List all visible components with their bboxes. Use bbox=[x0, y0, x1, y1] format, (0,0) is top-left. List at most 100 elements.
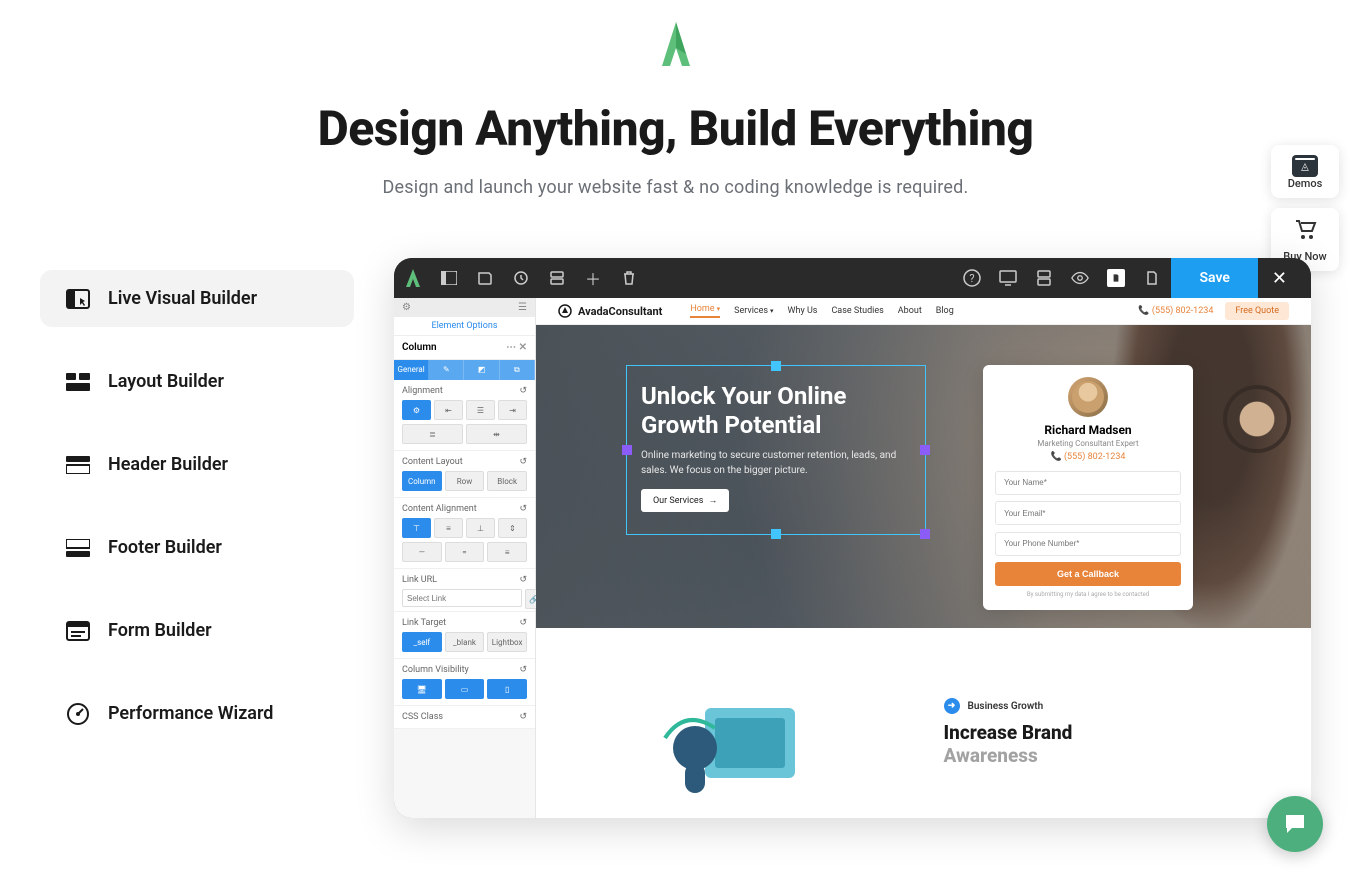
calign-top-button[interactable]: ⊤ bbox=[402, 518, 431, 538]
vis-tablet-button[interactable]: ▭ bbox=[445, 679, 485, 699]
reset-icon[interactable]: ↺ bbox=[519, 457, 527, 467]
reset-icon[interactable]: ↺ bbox=[519, 386, 527, 396]
close-icon[interactable]: ✕ bbox=[1258, 268, 1301, 289]
email-field[interactable] bbox=[995, 501, 1181, 525]
handle-left[interactable] bbox=[622, 445, 632, 455]
hero-title: Design Anything, Build Everything bbox=[0, 100, 1351, 157]
handle-bottom[interactable] bbox=[771, 529, 781, 539]
align-right-button[interactable]: ⇥ bbox=[498, 400, 527, 420]
grid-icon bbox=[66, 372, 90, 392]
svg-text:?: ? bbox=[970, 272, 975, 285]
layout-column-button[interactable]: Column bbox=[402, 471, 442, 491]
target-blank-button[interactable]: _blank bbox=[445, 632, 485, 652]
name-field[interactable] bbox=[995, 471, 1181, 495]
reset-icon[interactable]: ↺ bbox=[519, 618, 527, 628]
sidebar-toggle-icon[interactable] bbox=[440, 269, 458, 287]
vis-desktop-button[interactable]: 🖥 bbox=[402, 679, 442, 699]
align-justify-button[interactable]: ≣ bbox=[402, 424, 463, 444]
handle-bottom-right[interactable] bbox=[920, 529, 930, 539]
footer-bar-icon bbox=[66, 538, 90, 558]
selection-box[interactable]: Unlock Your Online Growth Potential Onli… bbox=[626, 365, 926, 535]
nav-about[interactable]: About bbox=[898, 304, 922, 318]
panel-tabs: General ✎ ◩ ⧉ bbox=[394, 360, 535, 380]
nav-case-studies[interactable]: Case Studies bbox=[831, 304, 883, 318]
server-icon[interactable] bbox=[548, 269, 566, 287]
trash-icon[interactable] bbox=[620, 269, 638, 287]
tab-footer-builder[interactable]: Footer Builder bbox=[40, 519, 354, 576]
card-phone[interactable]: 📞 (555) 802-1234 bbox=[995, 452, 1181, 462]
vis-mobile-button[interactable]: ▯ bbox=[487, 679, 527, 699]
save-button[interactable]: Save bbox=[1171, 258, 1257, 298]
site-hero: Unlock Your Online Growth Potential Onli… bbox=[536, 325, 1311, 628]
reset-icon[interactable]: ↺ bbox=[519, 504, 527, 514]
preview-eye-icon[interactable] bbox=[1071, 269, 1089, 287]
calign-stretch-button[interactable]: ⇕ bbox=[498, 518, 527, 538]
our-services-button[interactable]: Our Services → bbox=[641, 489, 729, 512]
page-icon[interactable] bbox=[1107, 269, 1125, 287]
link-url-label: Link URL bbox=[402, 575, 437, 585]
target-lightbox-button[interactable]: Lightbox bbox=[487, 632, 527, 652]
align-stretch-button[interactable]: ⇹ bbox=[466, 424, 527, 444]
header-bar-icon bbox=[66, 455, 90, 475]
panel-tab-extras[interactable]: ⧉ bbox=[500, 360, 535, 380]
calign-2-button[interactable]: = bbox=[445, 542, 485, 562]
history-icon[interactable] bbox=[512, 269, 530, 287]
tab-performance-wizard[interactable]: Performance Wizard bbox=[40, 685, 354, 742]
tab-header-builder[interactable]: Header Builder bbox=[40, 436, 354, 493]
phone-field[interactable] bbox=[995, 532, 1181, 556]
site-brand[interactable]: AvadaConsultant bbox=[558, 304, 662, 318]
chat-button[interactable] bbox=[1267, 796, 1323, 852]
handle-right[interactable] bbox=[920, 445, 930, 455]
align-setting-button[interactable]: ⚙ bbox=[402, 400, 431, 420]
desktop-icon[interactable] bbox=[999, 269, 1017, 287]
help-icon[interactable]: ? bbox=[963, 269, 981, 287]
panel-tab-bg[interactable]: ◩ bbox=[464, 360, 499, 380]
tab-layout-builder[interactable]: Layout Builder bbox=[40, 353, 354, 410]
reset-icon[interactable]: ↺ bbox=[519, 575, 527, 585]
panel-tab-general[interactable]: General bbox=[394, 360, 429, 380]
reset-icon[interactable]: ↺ bbox=[519, 712, 527, 722]
layout-block-button[interactable]: Block bbox=[487, 471, 527, 491]
free-quote-button[interactable]: Free Quote bbox=[1225, 302, 1289, 320]
nav-services[interactable]: Services ▾ bbox=[734, 304, 773, 318]
panel-tab-design[interactable]: ✎ bbox=[429, 360, 464, 380]
avatar bbox=[1068, 377, 1108, 417]
target-self-button[interactable]: _self bbox=[402, 632, 442, 652]
form-icon bbox=[66, 621, 90, 641]
builder-topbar: ＋ ? Save ✕ bbox=[394, 258, 1311, 298]
calign-mid-button[interactable]: ≡ bbox=[434, 518, 463, 538]
site-phone[interactable]: 📞 (555) 802-1234 bbox=[1138, 306, 1213, 316]
reset-icon[interactable]: ↺ bbox=[519, 665, 527, 675]
align-center-button[interactable]: ☰ bbox=[466, 400, 495, 420]
demos-button[interactable]: Demos bbox=[1271, 145, 1339, 198]
align-left-button[interactable]: ⇤ bbox=[434, 400, 463, 420]
gear-icon[interactable]: ⚙ bbox=[402, 302, 411, 313]
more-icon[interactable]: ⋯ ✕ bbox=[506, 342, 527, 353]
growth-section: ➜Business Growth Increase BrandAwareness bbox=[944, 648, 1282, 798]
alignment-label: Alignment bbox=[402, 386, 443, 396]
calign-bot-button[interactable]: ⊥ bbox=[466, 518, 495, 538]
nav-home[interactable]: Home ▾ bbox=[690, 304, 720, 318]
illustration bbox=[566, 648, 904, 798]
handle-top[interactable] bbox=[771, 361, 781, 371]
nav-why-us[interactable]: Why Us bbox=[788, 304, 818, 318]
demos-label: Demos bbox=[1288, 177, 1323, 190]
tab-form-builder[interactable]: Form Builder bbox=[40, 602, 354, 659]
layout-row-button[interactable]: Row bbox=[445, 471, 485, 491]
link-target-label: Link Target bbox=[402, 618, 446, 628]
menu-icon[interactable]: ☰ bbox=[518, 302, 527, 313]
calign-1-button[interactable]: — bbox=[402, 542, 442, 562]
link-url-input[interactable] bbox=[402, 589, 522, 607]
card-name: Richard Madsen bbox=[995, 423, 1181, 437]
tab-label: Live Visual Builder bbox=[108, 288, 257, 309]
nav-blog[interactable]: Blog bbox=[936, 304, 954, 318]
get-callback-button[interactable]: Get a Callback bbox=[995, 562, 1181, 586]
add-icon[interactable]: ＋ bbox=[584, 269, 602, 287]
tab-live-visual-builder[interactable]: Live Visual Builder bbox=[40, 270, 354, 327]
gauge-icon bbox=[66, 704, 90, 724]
avada-logo-icon bbox=[656, 18, 696, 72]
responsive-icon[interactable] bbox=[1035, 269, 1053, 287]
page-outline-icon[interactable] bbox=[1143, 269, 1161, 287]
calign-3-button[interactable]: ≡ bbox=[487, 542, 527, 562]
save-draft-icon[interactable] bbox=[476, 269, 494, 287]
